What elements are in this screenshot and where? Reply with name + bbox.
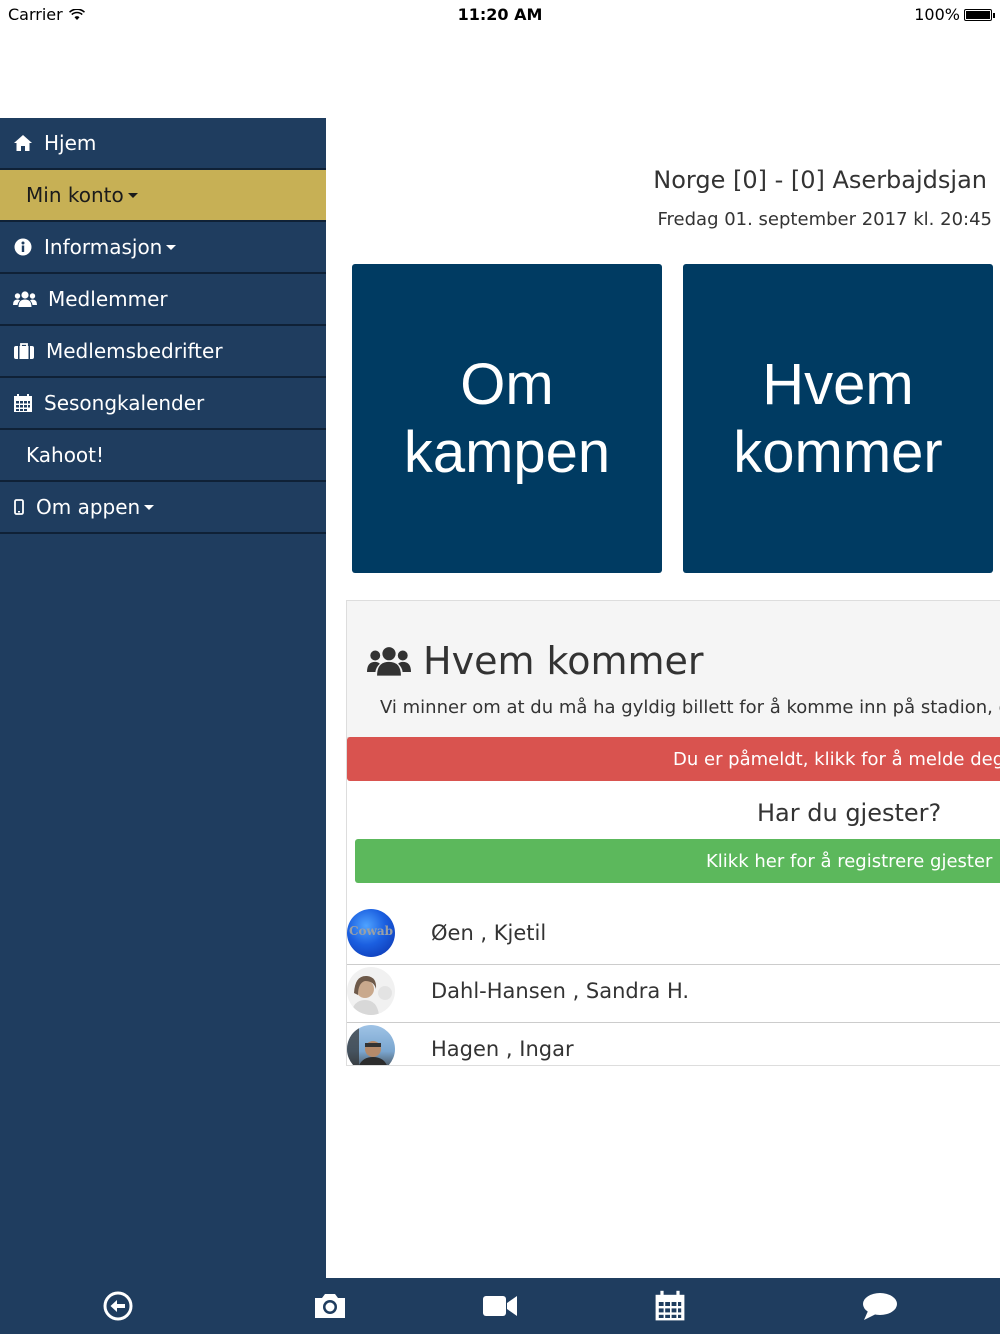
panel-title-text: Hvem kommer [423,639,704,683]
calendar-icon [12,392,34,414]
info-icon [12,236,34,258]
hvem-kommer-tile[interactable]: Hvem kommer [683,264,993,573]
attendee-name: Hagen , Ingar [431,1037,574,1061]
avatar [347,1025,395,1065]
panel-title: Hvem kommer [367,639,703,683]
sidebar-item-label: Medlemsbedrifter [46,339,223,363]
sidebar-item-kahoot[interactable]: Kahoot! [0,430,326,482]
list-item[interactable]: Hagen , Ingar [347,1023,1000,1065]
sidebar-item-label: Hjem [44,131,97,155]
sidebar-item-hjem[interactable]: Hjem [0,118,326,170]
panel-heading: Hvem kommer Vi minner om at du må ha gyl… [347,601,1000,738]
attendee-list: Cowab Øen , Kjetil Dahl-Hansen , Sandra … [347,907,1000,1065]
briefcase-icon [12,340,36,362]
ticket-reminder: Vi minner om at du må ha gyldig billett … [380,697,1000,718]
sidebar-item-label: Min konto [26,183,124,207]
sidebar-item-label: Kahoot! [26,443,105,467]
om-kampen-tile[interactable]: Om kampen [352,264,662,573]
battery-icon [964,8,995,21]
main-content: Norge [0] - [0] Aserbajdsjan Fredag 01. … [326,118,1000,1278]
sidebar-item-label: Informasjon [44,235,163,259]
attendee-name: Dahl-Hansen , Sandra H. [431,979,690,1003]
sidebar-item-sesongkalender[interactable]: Sesongkalender [0,378,326,430]
status-bar: Carrier 11:20 AM 100% [0,0,1000,30]
tile-label: Hvem kommer [733,351,943,485]
bottom-tab-bar [0,1278,1000,1334]
users-icon [367,647,411,676]
caret-down-icon [127,192,138,198]
signoff-button[interactable]: Du er påmeldt, klikk for å melde deg av [347,737,1000,781]
avatar [347,967,395,1015]
clock: 11:20 AM [457,5,543,24]
calendar-icon[interactable] [652,1288,688,1324]
caret-down-icon [166,244,177,250]
sidebar-item-informasjon[interactable]: Informasjon [0,222,326,274]
video-icon[interactable] [482,1288,518,1324]
guests-question: Har du gjester? [757,799,942,827]
attendance-panel: Hvem kommer Vi minner om at du må ha gyl… [346,600,1000,1066]
users-icon [12,288,38,310]
sidebar-item-min-konto[interactable]: Min konto [0,170,326,222]
battery-percent: 100% [914,5,960,24]
sidebar-item-medlemsbedrifter[interactable]: Medlemsbedrifter [0,326,326,378]
camera-icon[interactable] [312,1288,348,1324]
avatar: Cowab [347,909,395,957]
match-title: Norge [0] - [0] Aserbajdsjan [653,166,987,194]
list-item[interactable]: Cowab Øen , Kjetil [347,907,1000,965]
attendee-name: Øen , Kjetil [431,921,547,945]
sidebar-item-medlemmer[interactable]: Medlemmer [0,274,326,326]
home-icon [12,132,34,154]
sidebar-item-label: Sesongkalender [44,391,205,415]
sidebar-item-label: Medlemmer [48,287,168,311]
register-guests-button[interactable]: Klikk her for å registrere gjester [355,839,1000,883]
chat-icon[interactable] [862,1288,898,1324]
tile-label: Om kampen [403,351,611,485]
sidebar-item-om-appen[interactable]: Om appen [0,482,326,534]
sidebar-item-label: Om appen [36,495,141,519]
sidebar: Hjem Min konto Informasjon Medlemmer Med… [0,118,326,1278]
caret-down-icon [144,504,155,510]
avatar-logo-text: Cowab [348,924,394,938]
match-date: Fredag 01. september 2017 kl. 20:45 [657,209,992,230]
back-icon[interactable] [100,1288,136,1324]
mobile-icon [12,496,26,518]
list-item[interactable]: Dahl-Hansen , Sandra H. [347,965,1000,1023]
